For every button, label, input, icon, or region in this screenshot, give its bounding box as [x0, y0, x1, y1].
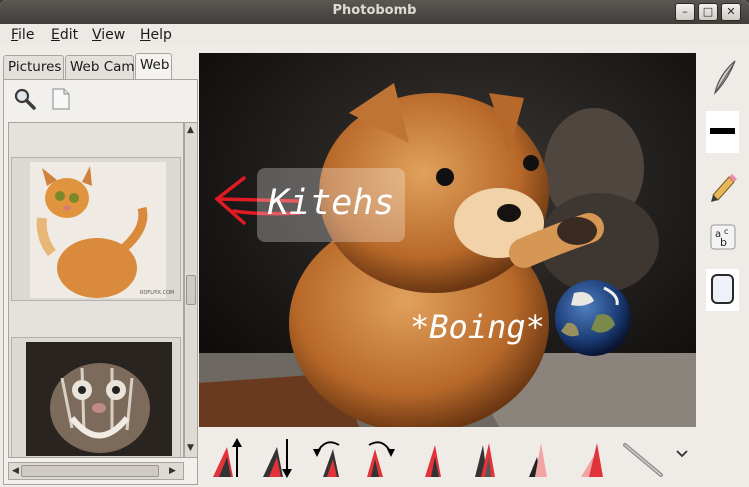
shear-layer-icon[interactable]: [521, 435, 557, 479]
canvas-text-boing[interactable]: *Boing*: [410, 308, 545, 346]
photo-canvas[interactable]: [199, 53, 696, 427]
new-document-icon[interactable]: [48, 86, 74, 112]
list-item[interactable]: [11, 337, 181, 457]
feather-icon[interactable]: [707, 57, 739, 97]
menu-bar: File Edit View Help: [0, 24, 749, 46]
pencil-icon[interactable]: [707, 165, 739, 205]
photobomb-window: Photobomb – □ ✕ File Edit View Help Pict…: [0, 0, 749, 487]
menu-file[interactable]: File: [11, 27, 34, 43]
maximize-button[interactable]: □: [698, 3, 718, 21]
tab-pictures[interactable]: Pictures: [3, 55, 64, 79]
vertical-scrollbar[interactable]: ▲ ▼: [184, 122, 198, 458]
rotate-right-icon[interactable]: [361, 435, 397, 479]
stack-layer-icon[interactable]: [467, 435, 503, 479]
tab-web-cam[interactable]: Web Cam: [65, 55, 135, 79]
text-tool-icon[interactable]: a c b: [707, 217, 739, 257]
flip-layer-icon[interactable]: [417, 435, 453, 479]
web-image-list[interactable]: ROFLPIX.COM: [8, 122, 184, 458]
scroll-up-icon[interactable]: ▲: [187, 125, 194, 135]
tab-web[interactable]: Web: [135, 53, 172, 80]
layer-toolbar: [199, 427, 699, 487]
wet-cat-thumbnail: [26, 342, 172, 456]
skew-layer-icon[interactable]: [575, 435, 611, 479]
puppy-photo: [199, 53, 696, 427]
title-bar: Photobomb – □ ✕: [0, 0, 749, 24]
watermark-text: ROFLPIX.COM: [140, 290, 174, 296]
scroll-right-icon[interactable]: ▶: [169, 466, 176, 476]
horizontal-scroll-thumb[interactable]: [21, 465, 159, 477]
scroll-down-icon[interactable]: ▼: [187, 443, 194, 453]
line-width-icon[interactable]: [706, 111, 739, 153]
search-icon[interactable]: [12, 86, 38, 112]
window-title: Photobomb: [332, 3, 417, 18]
more-arrow-icon[interactable]: [673, 445, 691, 463]
list-item[interactable]: ROFLPIX.COM: [11, 157, 181, 301]
svg-text:b: b: [720, 236, 727, 249]
color-swatch-icon[interactable]: [706, 269, 739, 311]
web-tab-panel: ROFLPIX.COM ▲ ▼ ◀ ▶: [3, 79, 198, 485]
menu-help[interactable]: Help: [140, 27, 172, 43]
vertical-scroll-thumb[interactable]: [186, 275, 196, 305]
rotate-left-icon[interactable]: [311, 435, 347, 479]
close-button[interactable]: ✕: [721, 3, 741, 21]
move-down-icon[interactable]: [261, 435, 297, 479]
minimize-button[interactable]: –: [675, 3, 695, 21]
menu-view[interactable]: View: [92, 27, 125, 43]
line-tool-icon[interactable]: [623, 435, 667, 479]
svg-text:c: c: [724, 227, 728, 236]
kitten-thumbnail: ROFLPIX.COM: [30, 162, 174, 298]
canvas-text-kitehs[interactable]: Kitehs: [268, 183, 394, 223]
menu-edit[interactable]: Edit: [51, 27, 78, 43]
tool-palette: a c b: [699, 53, 749, 427]
move-up-icon[interactable]: [211, 435, 247, 479]
scroll-left-icon[interactable]: ◀: [12, 466, 19, 476]
horizontal-scrollbar[interactable]: ◀ ▶: [8, 462, 184, 480]
